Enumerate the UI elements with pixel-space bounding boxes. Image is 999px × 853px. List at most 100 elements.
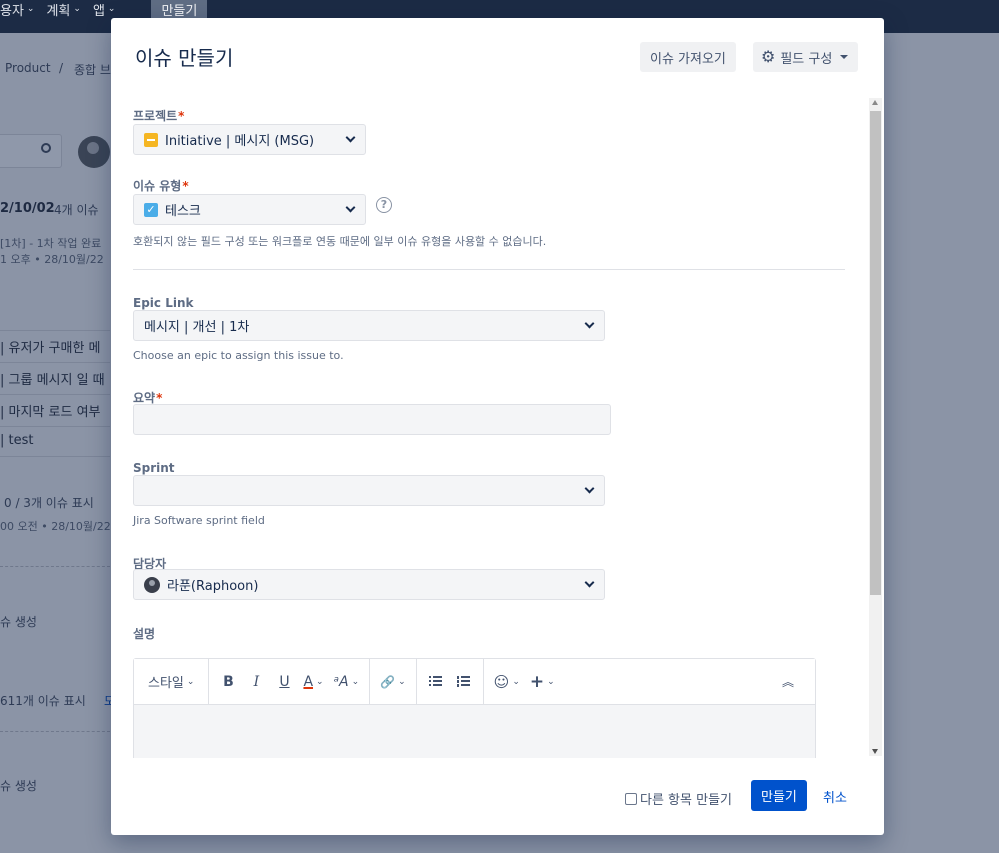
required-asterisk: * <box>156 391 163 405</box>
required-asterisk: * <box>182 179 189 193</box>
dialog-title: 이슈 만들기 <box>135 46 234 70</box>
sprint-meta: 1 오후 • 28/10월/22 <box>0 253 104 266</box>
toolbar-group-link: 🔗 ⌄ <box>370 658 417 705</box>
assignee-select[interactable]: 라푼(Raphoon) <box>133 569 605 600</box>
text-style-label: 스타일 <box>148 676 184 691</box>
chevron-down-icon <box>584 577 595 588</box>
sprint-note: [1차] - 1차 작업 완료 <box>0 237 102 250</box>
required-asterisk: * <box>178 109 185 123</box>
list-item[interactable]: | 마지막 로드 여부 <box>0 401 101 420</box>
configure-fields-button[interactable]: ⚙ 필드 구성 <box>753 42 859 72</box>
create-issue-link[interactable]: 슈 생성 <box>0 613 37 630</box>
configure-fields-label: 필드 구성 <box>780 51 833 67</box>
bullet-list-icon <box>429 676 443 687</box>
chevron-down-icon: ⌄ <box>107 4 116 14</box>
breadcrumb-separator: / <box>59 61 64 75</box>
dialog-header: 이슈 만들기 이슈 가져오기 ⚙ 필드 구성 <box>111 18 884 96</box>
chevron-down-icon <box>584 483 595 494</box>
collapse-toolbar-icon[interactable]: ︽ <box>775 668 801 696</box>
list-item[interactable]: | 그룹 메시지 일 때 <box>0 369 105 388</box>
description-editor[interactable]: 스타일 ⌄ B I U A ⌄ ᵃA ⌄ 🔗 ⌄ ☺ ⌄ + ⌄ ︽ <box>133 658 816 758</box>
issue-type-help: 호환되지 않는 필드 구성 또는 워크플로 연동 때문에 일부 이슈 유형을 사… <box>133 235 547 248</box>
text-color-icon: A <box>303 673 314 690</box>
scrollbar-thumb[interactable] <box>870 111 881 595</box>
avatar <box>144 576 160 593</box>
cancel-link[interactable]: 취소 <box>823 787 847 806</box>
issue-type-select[interactable]: ✓ 테스크 <box>133 194 366 225</box>
italic-button[interactable]: I <box>243 668 269 696</box>
bullet-list-button[interactable] <box>423 668 449 696</box>
summary-input[interactable] <box>133 404 611 435</box>
scroll-up-arrow-icon[interactable] <box>872 100 878 105</box>
create-issue-dialog: 이슈 만들기 이슈 가져오기 ⚙ 필드 구성 프로젝트* Initiative … <box>111 18 884 835</box>
nav-people[interactable]: 용자 ⌄ <box>0 0 46 19</box>
import-issues-button[interactable]: 이슈 가져오기 <box>640 42 736 72</box>
editor-toolbar: 스타일 ⌄ B I U A ⌄ ᵃA ⌄ 🔗 ⌄ ☺ ⌄ + ⌄ ︽ <box>134 658 815 705</box>
divider <box>0 330 110 331</box>
text-color-button[interactable]: A ⌄ <box>299 668 327 696</box>
divider <box>0 394 110 395</box>
chevron-down-icon: ⌄ <box>316 676 324 687</box>
link-button[interactable]: 🔗 ⌄ <box>376 668 410 696</box>
nav-create-button[interactable]: 만들기 <box>151 0 208 19</box>
avatar[interactable] <box>78 136 110 168</box>
bold-button[interactable]: B <box>215 668 241 696</box>
create-another-label: 다른 항목 만들기 <box>640 793 732 808</box>
create-another-option[interactable]: 다른 항목 만들기 <box>625 789 732 808</box>
issue-type-value: 테스크 <box>165 204 201 219</box>
chevron-down-icon: ⌄ <box>351 676 360 687</box>
more-formatting-button[interactable]: ᵃA ⌄ <box>330 668 364 696</box>
project-select[interactable]: Initiative | 메시지 (MSG) <box>133 124 366 155</box>
sprint-label: Sprint <box>133 461 175 475</box>
text-style-dropdown[interactable]: 스타일 ⌄ <box>140 668 202 696</box>
divider <box>0 426 110 427</box>
epic-link-select[interactable]: 메시지 | 개선 | 1차 <box>133 310 605 341</box>
project-value: Initiative | 메시지 (MSG) <box>165 134 315 149</box>
search-icon <box>41 143 51 153</box>
background-page-right <box>884 33 999 853</box>
project-label-text: 프로젝트 <box>133 109 178 123</box>
toolbar-group-insert: ☺ ⌄ + ⌄ <box>484 659 565 705</box>
nav-plans[interactable]: 계획 ⌄ <box>46 0 92 19</box>
issue-type-label: 이슈 유형* <box>133 177 189 194</box>
nav-label: 계획 <box>46 3 71 19</box>
list-item[interactable]: | 유저가 구매한 메 <box>0 337 101 356</box>
breadcrumb-product[interactable]: Product <box>5 61 51 75</box>
epic-link-value: 메시지 | 개선 | 1차 <box>144 320 250 335</box>
create-button[interactable]: 만들기 <box>751 780 807 811</box>
chevron-down-icon: ⌄ <box>186 676 195 687</box>
numbered-list-button[interactable] <box>451 668 477 696</box>
scroll-down-arrow-icon[interactable] <box>872 749 878 754</box>
underline-button[interactable]: U <box>271 668 297 696</box>
divider <box>0 362 110 363</box>
initiative-icon <box>144 132 158 147</box>
backlog-display-count: 611개 이슈 표시 <box>0 694 86 708</box>
create-issue-link[interactable]: 슈 생성 <box>0 777 37 794</box>
plus-icon: + <box>529 671 545 692</box>
breadcrumb-board[interactable]: 종합 브 <box>74 61 111 78</box>
description-label: 설명 <box>133 627 156 641</box>
sprint-select[interactable] <box>133 475 605 506</box>
assignee-value: 라푼(Raphoon) <box>167 579 259 594</box>
project-label: 프로젝트* <box>133 107 184 124</box>
chevron-down-icon: ⌄ <box>547 676 555 687</box>
more-formatting-icon: ᵃA <box>333 673 349 690</box>
chevron-down-icon: ⌄ <box>26 4 35 14</box>
chevron-down-icon <box>345 202 356 213</box>
sprint-date: 2/10/02 <box>0 201 55 216</box>
issue-meta: 00 오전 • 28/10월/22 <box>0 520 111 533</box>
dialog-scrollbar[interactable] <box>869 98 882 756</box>
nav-label: 용자 <box>0 3 24 19</box>
board-search-input[interactable] <box>0 134 62 168</box>
nav-apps[interactable]: 앱 ⌄ <box>93 0 128 19</box>
emoji-icon: ☺ <box>493 672 510 691</box>
chevron-down-icon <box>584 318 595 329</box>
list-item[interactable]: | test <box>0 433 33 448</box>
insert-more-button[interactable]: + ⌄ <box>526 668 559 696</box>
top-nav: 용자 ⌄ 계획 ⌄ 앱 ⌄ 만들기 <box>0 0 208 19</box>
emoji-button[interactable]: ☺ ⌄ <box>490 668 524 696</box>
summary-label-text: 요약 <box>133 391 156 405</box>
help-icon[interactable]: ? <box>376 197 392 213</box>
divider <box>0 456 110 457</box>
create-another-checkbox[interactable] <box>625 792 637 805</box>
